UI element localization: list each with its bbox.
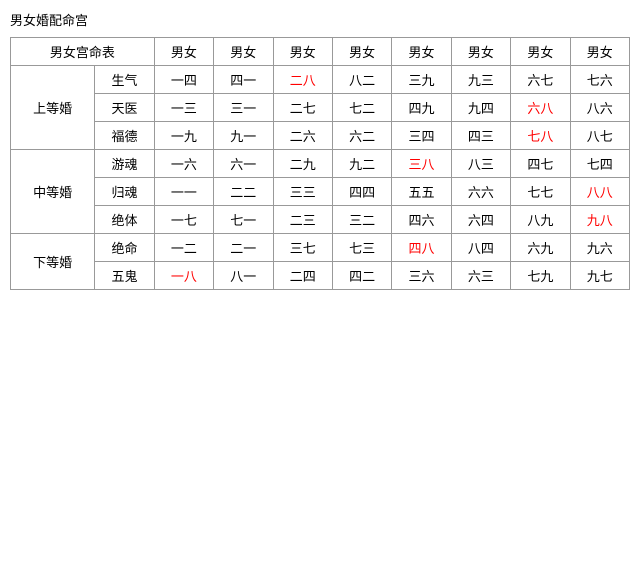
data-cell: 一二 [154, 234, 213, 262]
data-cell: 五五 [392, 178, 451, 206]
data-cell: 六八 [511, 94, 570, 122]
data-cell: 四三 [451, 122, 510, 150]
data-cell: 八九 [511, 206, 570, 234]
category-cell: 上等婚 [11, 66, 95, 150]
data-cell: 八一 [214, 262, 273, 290]
header-col-6: 男女 [451, 38, 510, 66]
data-cell: 三四 [392, 122, 451, 150]
data-cell: 一三 [154, 94, 213, 122]
main-table: 男女宫命表 男女 男女 男女 男女 男女 男女 男女 男女 上等婚生气一四四一二… [10, 37, 630, 290]
data-cell: 九三 [451, 66, 510, 94]
data-cell: 三九 [392, 66, 451, 94]
data-cell: 三一 [214, 94, 273, 122]
table-header-row: 男女宫命表 男女 男女 男女 男女 男女 男女 男女 男女 [11, 38, 630, 66]
data-cell: 二三 [273, 206, 332, 234]
data-cell: 六九 [511, 234, 570, 262]
data-cell: 七二 [332, 94, 391, 122]
table-row: 五鬼一八八一二四四二三六六三七九九七 [11, 262, 630, 290]
data-cell: 二六 [273, 122, 332, 150]
data-cell: 一一 [154, 178, 213, 206]
header-col-4: 男女 [332, 38, 391, 66]
data-cell: 九七 [570, 262, 629, 290]
category-cell: 下等婚 [11, 234, 95, 290]
sub-category-cell: 绝体 [95, 206, 154, 234]
data-cell: 四八 [392, 234, 451, 262]
header-col-5: 男女 [392, 38, 451, 66]
header-label: 男女宫命表 [11, 38, 155, 66]
data-cell: 一七 [154, 206, 213, 234]
data-cell: 二二 [214, 178, 273, 206]
data-cell: 四一 [214, 66, 273, 94]
data-cell: 八二 [332, 66, 391, 94]
data-cell: 三八 [392, 150, 451, 178]
data-cell: 八三 [451, 150, 510, 178]
data-cell: 二七 [273, 94, 332, 122]
header-col-1: 男女 [154, 38, 213, 66]
sub-category-cell: 游魂 [95, 150, 154, 178]
header-col-7: 男女 [511, 38, 570, 66]
data-cell: 六三 [451, 262, 510, 290]
data-cell: 一四 [154, 66, 213, 94]
data-cell: 八四 [451, 234, 510, 262]
data-cell: 四七 [511, 150, 570, 178]
data-cell: 六四 [451, 206, 510, 234]
data-cell: 八六 [570, 94, 629, 122]
sub-category-cell: 归魂 [95, 178, 154, 206]
data-cell: 七三 [332, 234, 391, 262]
table-row: 下等婚绝命一二二一三七七三四八八四六九九六 [11, 234, 630, 262]
data-cell: 七四 [570, 150, 629, 178]
table-row: 中等婚游魂一六六一二九九二三八八三四七七四 [11, 150, 630, 178]
data-cell: 二一 [214, 234, 273, 262]
sub-category-cell: 绝命 [95, 234, 154, 262]
data-cell: 七七 [511, 178, 570, 206]
data-cell: 七九 [511, 262, 570, 290]
header-col-3: 男女 [273, 38, 332, 66]
data-cell: 三六 [392, 262, 451, 290]
data-cell: 九六 [570, 234, 629, 262]
data-cell: 三七 [273, 234, 332, 262]
table-row: 福德一九九一二六六二三四四三七八八七 [11, 122, 630, 150]
sub-category-cell: 福德 [95, 122, 154, 150]
data-cell: 二四 [273, 262, 332, 290]
data-cell: 四四 [332, 178, 391, 206]
data-cell: 六七 [511, 66, 570, 94]
data-cell: 二八 [273, 66, 332, 94]
data-cell: 六六 [451, 178, 510, 206]
data-cell: 三二 [332, 206, 391, 234]
page-title: 男女婚配命宫 [10, 10, 630, 29]
data-cell: 九四 [451, 94, 510, 122]
data-cell: 一六 [154, 150, 213, 178]
header-col-8: 男女 [570, 38, 629, 66]
sub-category-cell: 生气 [95, 66, 154, 94]
data-cell: 六一 [214, 150, 273, 178]
data-cell: 四二 [332, 262, 391, 290]
data-cell: 六二 [332, 122, 391, 150]
data-cell: 一八 [154, 262, 213, 290]
table-row: 天医一三三一二七七二四九九四六八八六 [11, 94, 630, 122]
table-row: 绝体一七七一二三三二四六六四八九九八 [11, 206, 630, 234]
data-cell: 九八 [570, 206, 629, 234]
data-cell: 一九 [154, 122, 213, 150]
data-cell: 三三 [273, 178, 332, 206]
category-cell: 中等婚 [11, 150, 95, 234]
data-cell: 二九 [273, 150, 332, 178]
table-row: 上等婚生气一四四一二八八二三九九三六七七六 [11, 66, 630, 94]
table-row: 归魂一一二二三三四四五五六六七七八八 [11, 178, 630, 206]
sub-category-cell: 天医 [95, 94, 154, 122]
data-cell: 七一 [214, 206, 273, 234]
data-cell: 八八 [570, 178, 629, 206]
data-cell: 七八 [511, 122, 570, 150]
data-cell: 四九 [392, 94, 451, 122]
data-cell: 四六 [392, 206, 451, 234]
data-cell: 八七 [570, 122, 629, 150]
sub-category-cell: 五鬼 [95, 262, 154, 290]
data-cell: 九一 [214, 122, 273, 150]
data-cell: 七六 [570, 66, 629, 94]
data-cell: 九二 [332, 150, 391, 178]
header-col-2: 男女 [214, 38, 273, 66]
